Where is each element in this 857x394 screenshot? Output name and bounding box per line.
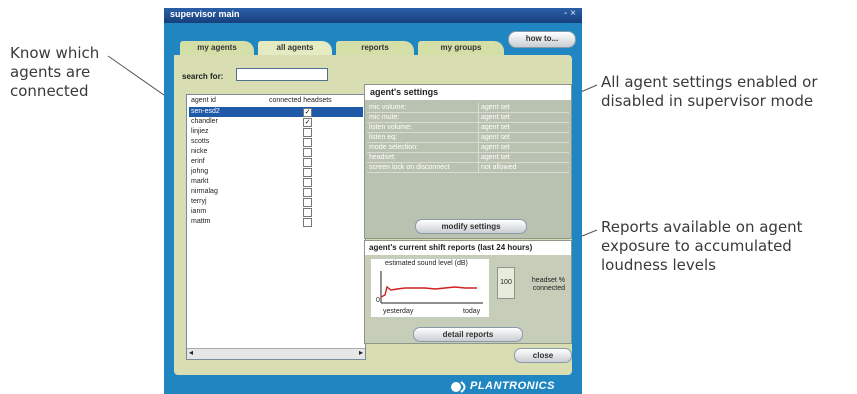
connected-checkbox[interactable]: [303, 208, 312, 217]
agent-id: sen-esd2: [191, 108, 220, 115]
agent-id: terryj: [191, 198, 207, 205]
graph-y-zero-label: 0: [376, 297, 380, 304]
reports-title: agent's current shift reports (last 24 h…: [369, 243, 533, 252]
graph-x-start-label: yesterday: [383, 308, 414, 315]
scroll-right-icon[interactable]: ▸: [359, 348, 363, 357]
search-label: search for:: [182, 72, 224, 81]
headset-connected-value: 100: [497, 267, 515, 299]
agent-id: erinf: [191, 158, 205, 165]
setting-name: headset:: [369, 154, 396, 161]
agent-id: markt: [191, 178, 209, 185]
detail-reports-button[interactable]: detail reports: [413, 327, 523, 342]
connected-checkbox[interactable]: ✓: [303, 118, 312, 127]
setting-value: not allowed: [478, 163, 516, 172]
setting-name: listen eq:: [369, 134, 398, 141]
callout-agents-connected: Know which agents are connected: [10, 44, 100, 100]
setting-row: headset: agent set: [367, 153, 569, 163]
graph-x-end-label: today: [463, 308, 481, 315]
tab-my-groups[interactable]: my groups: [418, 41, 504, 55]
setting-name: listen volume:: [369, 124, 412, 131]
setting-value: agent set: [478, 143, 510, 152]
connected-checkbox[interactable]: [303, 138, 312, 147]
settings-header: agent's settings: [365, 85, 571, 100]
connected-checkbox[interactable]: [303, 178, 312, 187]
setting-row: mode selection: agent set: [367, 143, 569, 153]
column-header-agent-id[interactable]: agent id: [191, 97, 216, 104]
setting-name: mic volume:: [369, 104, 407, 111]
sound-level-line: [380, 285, 477, 298]
agent-row[interactable]: johng: [189, 167, 363, 177]
setting-value: agent set: [478, 153, 510, 162]
shift-reports-panel: agent's current shift reports (last 24 h…: [364, 240, 572, 344]
agent-id: johng: [191, 168, 209, 175]
agent-row[interactable]: nirmalag: [189, 187, 363, 197]
setting-name: mic mute:: [369, 114, 400, 121]
connected-checkbox[interactable]: [303, 148, 312, 157]
callout-settings-enabled: All agent settings enabled or disabled i…: [601, 73, 818, 110]
setting-row: listen eq: agent set: [367, 133, 569, 143]
agent-id: nirmalag: [191, 188, 218, 195]
setting-value: agent set: [478, 123, 510, 132]
connected-checkbox[interactable]: [303, 188, 312, 197]
agent-table: agent id connected headsets sen-esd2 ✓ cha…: [186, 94, 366, 360]
window-title: supervisor main: [170, 9, 240, 19]
window-controls[interactable]: - ×: [564, 8, 576, 19]
supervisor-window: supervisor main - × my agents all agents…: [164, 8, 582, 394]
tab-all-agents[interactable]: all agents: [258, 41, 332, 55]
close-button[interactable]: close: [514, 348, 572, 363]
brand-wordmark: PLANTRONICS: [470, 380, 555, 392]
sound-level-graph: estimated sound level (dB) 0 yesterday t…: [371, 259, 489, 317]
tab-reports[interactable]: reports: [336, 41, 414, 55]
agent-settings-panel: agent's settings mic volume: agent set mic…: [364, 84, 572, 239]
agent-row[interactable]: scotts: [189, 137, 363, 147]
connected-checkbox[interactable]: [303, 168, 312, 177]
sound-level-plot: 0 yesterday today: [376, 271, 483, 315]
title-bar: supervisor main - ×: [164, 8, 582, 23]
agent-row[interactable]: markt: [189, 177, 363, 187]
agent-row[interactable]: linjiez: [189, 127, 363, 137]
agent-id: chandler: [191, 118, 218, 125]
agent-row[interactable]: ianm: [189, 207, 363, 217]
plantronics-logo-icon: [451, 381, 466, 393]
agent-row[interactable]: terryj: [189, 197, 363, 207]
reports-header: agent's current shift reports (last 24 h…: [365, 241, 571, 255]
connected-checkbox[interactable]: [303, 158, 312, 167]
agent-row[interactable]: sen-esd2 ✓: [189, 107, 363, 117]
setting-value: agent set: [478, 133, 510, 142]
setting-name: mode selection:: [369, 144, 419, 151]
connected-checkbox[interactable]: [303, 128, 312, 137]
connected-checkbox[interactable]: [303, 218, 312, 227]
connected-checkbox[interactable]: [303, 198, 312, 207]
modify-settings-button[interactable]: modify settings: [415, 219, 527, 234]
search-input[interactable]: [236, 68, 328, 81]
setting-row: mic volume: agent set: [367, 103, 569, 113]
agent-id: linjiez: [191, 128, 209, 135]
agent-id: nicke: [191, 148, 208, 155]
agent-row[interactable]: nicke: [189, 147, 363, 157]
agent-row[interactable]: erinf: [189, 157, 363, 167]
column-header-connected-headsets[interactable]: connected headsets: [269, 97, 332, 104]
agent-row[interactable]: mattm: [189, 217, 363, 227]
setting-name: screen lock on disconnect: [369, 164, 450, 171]
setting-value: agent set: [478, 103, 510, 112]
setting-row: listen volume: agent set: [367, 123, 569, 133]
agent-id: scotts: [191, 138, 210, 145]
connected-checkbox[interactable]: ✓: [303, 108, 312, 117]
horizontal-scrollbar[interactable]: ◂ ▸: [187, 348, 365, 359]
agent-id: ianm: [191, 208, 207, 215]
callout-reports-available: Reports available on agent exposure to a…: [601, 218, 803, 274]
scroll-left-icon[interactable]: ◂: [189, 348, 193, 357]
agent-row[interactable]: chandler ✓: [189, 117, 363, 127]
settings-title: agent's settings: [370, 87, 439, 97]
headset-connected-label: headset % connected: [531, 277, 565, 292]
how-to-button[interactable]: how to...: [508, 31, 576, 48]
tab-my-agents[interactable]: my agents: [180, 41, 254, 55]
setting-value: agent set: [478, 113, 510, 122]
agent-id: mattm: [191, 218, 211, 225]
setting-row: screen lock on disconnect not allowed: [367, 163, 569, 173]
setting-row: mic mute: agent set: [367, 113, 569, 123]
